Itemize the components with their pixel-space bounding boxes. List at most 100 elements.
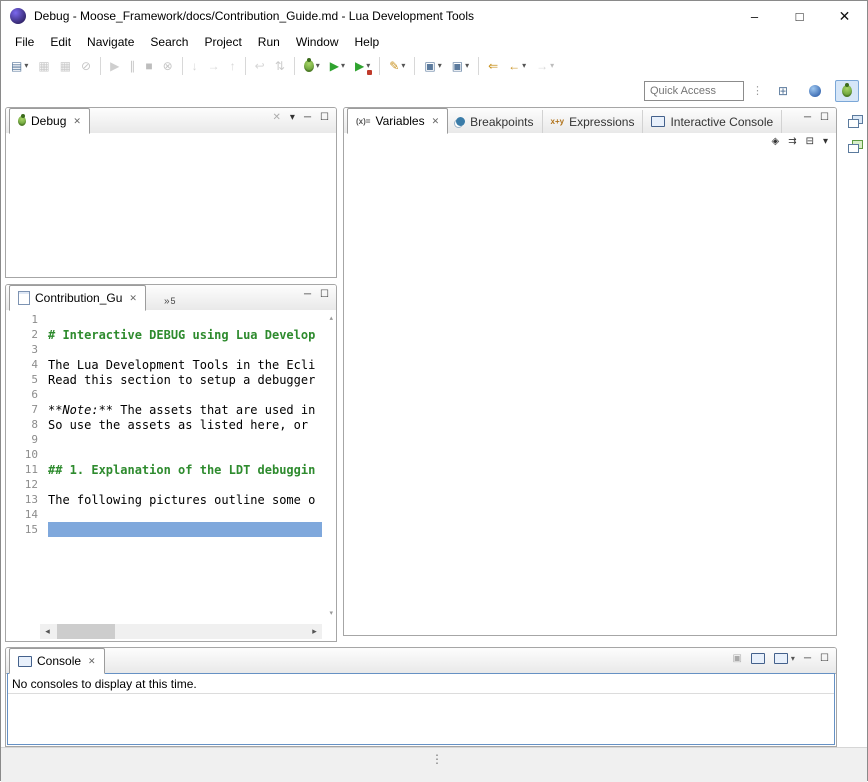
code-line[interactable]: 10 bbox=[6, 447, 322, 462]
tab-interactive-console[interactable]: Interactive Console bbox=[643, 110, 782, 133]
step-return-button[interactable]: ↑ bbox=[226, 54, 240, 78]
scrollbar-track[interactable] bbox=[55, 624, 307, 639]
code-area[interactable]: 1 2 # Interactive DEBUG using Lua Develo… bbox=[6, 312, 322, 622]
debug-button[interactable]: ▾ bbox=[300, 54, 324, 78]
pin-console-button[interactable]: ▣ bbox=[732, 654, 741, 664]
hidden-tabs-indicator[interactable]: » 5 bbox=[164, 296, 176, 310]
drop-to-frame-button[interactable]: ↩ bbox=[251, 54, 269, 78]
maximize-view-button[interactable]: ☐ bbox=[820, 654, 829, 664]
code-line[interactable]: 5 Read this section to setup a debugger bbox=[6, 372, 322, 387]
maximize-view-button[interactable]: ☐ bbox=[320, 113, 329, 123]
quick-access-input[interactable]: Quick Access bbox=[644, 81, 744, 101]
new-icon: ▤ bbox=[11, 60, 22, 72]
code-line[interactable]: 15 bbox=[6, 522, 322, 537]
editor-body[interactable]: 1 2 # Interactive DEBUG using Lua Develo… bbox=[6, 310, 336, 641]
save-all-button[interactable]: ▦ bbox=[56, 54, 75, 78]
tab-expressions[interactable]: x+y Expressions bbox=[543, 110, 644, 133]
horizontal-scrollbar[interactable]: ◂ ▸ bbox=[40, 624, 322, 639]
window-close-button[interactable]: ✕ bbox=[822, 1, 867, 31]
splitter-grip-handle[interactable]: ⋮ bbox=[431, 753, 443, 765]
code-line[interactable]: 2 # Interactive DEBUG using Lua Develop bbox=[6, 327, 322, 342]
new-wizard-button[interactable]: ▤ ▾ bbox=[7, 54, 32, 78]
run-button[interactable]: ▶ ▾ bbox=[326, 54, 349, 78]
code-line[interactable]: 6 bbox=[6, 387, 322, 402]
debug-perspective-button[interactable] bbox=[835, 80, 859, 102]
close-icon[interactable]: ✕ bbox=[432, 116, 440, 127]
skip-all-breakpoints-button[interactable]: ⊘ bbox=[77, 54, 95, 78]
window-minimize-button[interactable]: – bbox=[732, 1, 777, 31]
overflow-chevron-icon: » bbox=[164, 296, 170, 307]
external-tools-button[interactable]: ▶ ▾ bbox=[351, 54, 374, 78]
restore-view-button-1[interactable] bbox=[848, 115, 863, 128]
code-line[interactable]: 1 bbox=[6, 312, 322, 327]
scrollbar-thumb[interactable] bbox=[57, 624, 115, 639]
code-line[interactable]: 8 So use the assets as listed here, or bbox=[6, 417, 322, 432]
minimize-view-button[interactable]: ─ bbox=[804, 113, 811, 123]
scroll-right-button[interactable]: ▸ bbox=[307, 624, 322, 639]
close-icon[interactable]: ✕ bbox=[129, 293, 137, 304]
resume-button[interactable]: ▶ bbox=[106, 54, 123, 78]
menu-run[interactable]: Run bbox=[250, 32, 288, 52]
scroll-down-icon[interactable]: ▾ bbox=[329, 609, 333, 617]
tab-contribution-guide[interactable]: Contribution_Gu ✕ bbox=[9, 285, 146, 311]
maximize-view-button[interactable]: ☐ bbox=[820, 113, 829, 123]
menu-window[interactable]: Window bbox=[288, 32, 347, 52]
menu-help[interactable]: Help bbox=[347, 32, 388, 52]
open-console-button[interactable]: ▾ bbox=[774, 653, 795, 664]
tab-debug[interactable]: Debug ✕ bbox=[9, 108, 90, 134]
code-line[interactable]: 4 The Lua Development Tools in the Ecli bbox=[6, 357, 322, 372]
suspend-button[interactable]: ∥ bbox=[125, 54, 139, 78]
close-icon[interactable]: ✕ bbox=[88, 656, 96, 667]
save-button[interactable]: ▦ bbox=[34, 54, 53, 78]
last-edit-location-button[interactable]: ⇐ bbox=[484, 54, 502, 78]
minimize-view-button[interactable]: ─ bbox=[304, 113, 311, 123]
code-line[interactable]: 3 bbox=[6, 342, 322, 357]
use-step-filters-button[interactable]: ⇅ bbox=[271, 54, 289, 78]
external-tools-badge-icon bbox=[367, 70, 372, 75]
menu-search[interactable]: Search bbox=[142, 32, 196, 52]
terminate-button[interactable]: ■ bbox=[141, 54, 156, 78]
new-lua-wizard-button[interactable]: ▣ ▾ bbox=[420, 54, 445, 78]
view-menu-button[interactable]: ▾ bbox=[290, 113, 295, 123]
lua-perspective-button[interactable] bbox=[803, 80, 827, 102]
step-into-button[interactable]: ↓ bbox=[188, 54, 202, 78]
tab-breakpoints[interactable]: Breakpoints bbox=[448, 110, 542, 133]
show-logical-structure-button[interactable]: ⇉ bbox=[788, 137, 796, 147]
minimize-view-button[interactable]: ─ bbox=[804, 654, 811, 664]
code-line[interactable]: 12 bbox=[6, 477, 322, 492]
annotations-dropdown-button[interactable]: ▣ ▾ bbox=[448, 54, 473, 78]
menu-navigate[interactable]: Navigate bbox=[79, 32, 142, 52]
step-over-button[interactable]: → bbox=[204, 54, 224, 78]
code-line[interactable]: 9 bbox=[6, 432, 322, 447]
menu-edit[interactable]: Edit bbox=[42, 32, 79, 52]
tab-variables[interactable]: (x)= Variables ✕ bbox=[347, 108, 448, 134]
code-line[interactable]: 7 **Note:** The assets that are used in bbox=[6, 402, 322, 417]
forward-button[interactable]: → ▾ bbox=[532, 54, 558, 78]
open-perspective-button[interactable]: ⊞ bbox=[771, 80, 795, 102]
console-controls: ▣ ▾ ─ ☐ bbox=[732, 653, 829, 664]
menu-file[interactable]: File bbox=[7, 32, 42, 52]
code-line[interactable]: 11 ## 1. Explanation of the LDT debuggin bbox=[6, 462, 322, 477]
scroll-up-icon[interactable]: ▴ bbox=[329, 314, 333, 322]
window-maximize-button[interactable]: □ bbox=[777, 1, 822, 31]
toolbar-grip-handle[interactable]: ⋮ bbox=[752, 86, 763, 97]
highlighter-button[interactable]: ✎ ▾ bbox=[385, 54, 409, 78]
maximize-view-button[interactable]: ☐ bbox=[320, 290, 329, 300]
minimize-view-button[interactable]: ─ bbox=[304, 290, 311, 300]
save-icon: ▦ bbox=[38, 60, 49, 72]
restore-view-button-2[interactable] bbox=[848, 140, 863, 153]
menu-project[interactable]: Project bbox=[196, 32, 249, 52]
show-type-names-button[interactable]: ◈ bbox=[771, 137, 779, 147]
code-line[interactable]: 14 bbox=[6, 507, 322, 522]
line-text-emphasis: **Note:** bbox=[48, 403, 113, 417]
tab-console[interactable]: Console ✕ bbox=[9, 648, 105, 674]
remove-terminated-button[interactable]: ✕ bbox=[273, 113, 281, 123]
disconnect-button[interactable]: ⊗ bbox=[159, 54, 177, 78]
scroll-left-button[interactable]: ◂ bbox=[40, 624, 55, 639]
back-button[interactable]: ← ▾ bbox=[504, 54, 530, 78]
close-icon[interactable]: ✕ bbox=[73, 116, 81, 127]
view-menu-button[interactable]: ▾ bbox=[823, 137, 828, 147]
display-selected-console-button[interactable] bbox=[751, 653, 765, 664]
code-line[interactable]: 13 The following pictures outline some o bbox=[6, 492, 322, 507]
collapse-all-button[interactable]: ⊟ bbox=[806, 137, 814, 147]
